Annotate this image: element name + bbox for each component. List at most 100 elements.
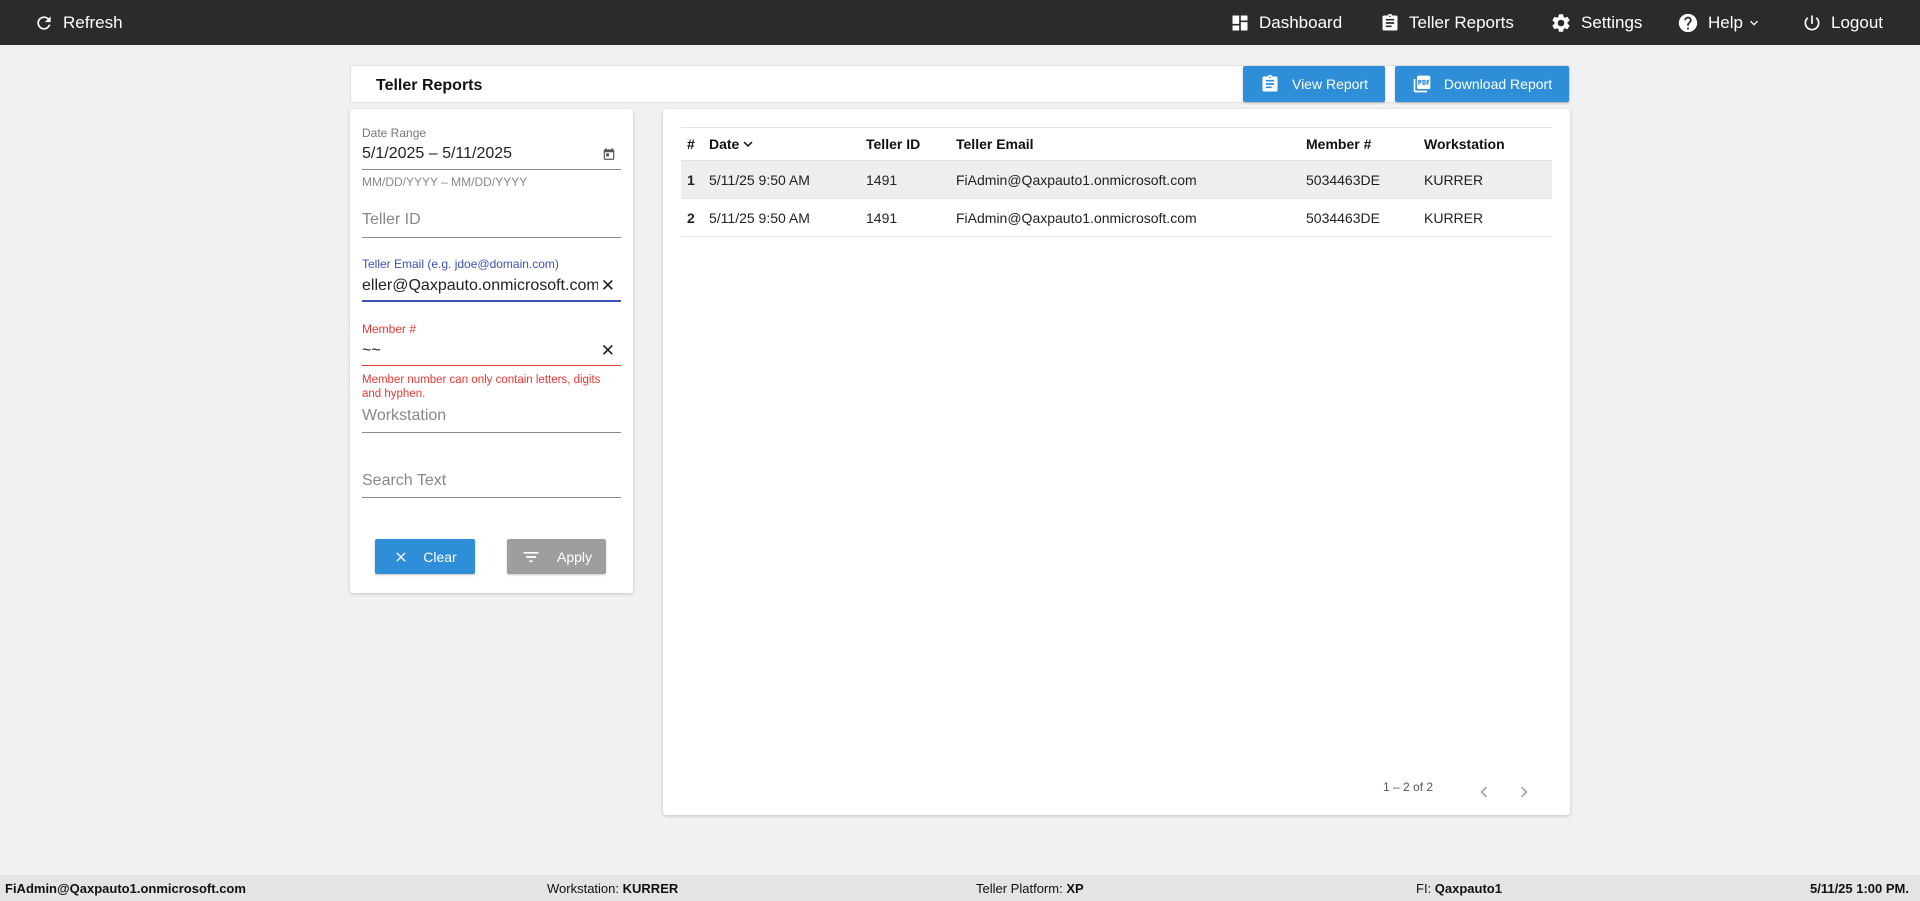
nav-teller-reports-label: Teller Reports [1409,12,1514,32]
apply-label: Apply [556,548,593,565]
clear-button[interactable]: Clear [375,539,475,574]
column-header-date[interactable]: Date [709,128,757,160]
footer-user: FiAdmin@Qaxpauto1.onmicrosoft.com [5,881,246,896]
clipboard-icon [1262,74,1278,92]
apply-button[interactable]: Apply [507,539,606,574]
footer-workstation-label: Workstation: [547,881,620,896]
clipboard-icon [1382,13,1398,31]
column-header-date-label: Date [709,136,740,152]
row-index: 2 [687,209,695,226]
results-panel: # Date Teller ID Teller Email Member # W… [663,109,1570,815]
results-table: # Date Teller ID Teller Email Member # W… [681,127,1552,237]
row-teller-email: FiAdmin@Qaxpauto1.onmicrosoft.com [956,209,1197,226]
teller-id-underline [362,237,621,238]
status-bar: FiAdmin@Qaxpauto1.onmicrosoft.com Workst… [0,875,1920,901]
workstation-underline [362,432,621,433]
footer-platform: Teller Platform: XP [976,881,1084,896]
view-report-button[interactable]: View Report [1243,66,1385,102]
nav-settings[interactable]: Settings [1550,0,1642,45]
date-range-field[interactable]: Date Range 5/1/2025 – 5/11/2025 MM/DD/YY… [362,126,621,189]
download-report-label: Download Report [1443,76,1553,92]
row-date: 5/11/25 9:50 AM [709,171,810,188]
nav-settings-label: Settings [1581,12,1643,32]
row-index: 1 [687,171,695,188]
chevron-down-icon [1749,20,1758,26]
date-range-underline [362,169,621,170]
column-header-workstation[interactable]: Workstation [1424,128,1505,160]
power-icon [1804,15,1820,30]
teller-id-input[interactable]: Teller ID [362,211,621,229]
row-member: 5034463DE [1306,209,1380,226]
nav-dashboard[interactable]: Dashboard [1230,0,1342,45]
nav-help[interactable]: Help [1677,0,1762,45]
member-number-error: Member number can only contain letters, … [362,374,601,400]
workstation-input[interactable]: Workstation [362,407,621,425]
pdf-icon [1413,75,1431,93]
member-number-label: Member # [362,322,417,336]
footer-workstation: Workstation: KURRER [547,881,678,896]
table-row[interactable]: 2 5/11/25 9:50 AM 1491 FiAdmin@Qaxpauto1… [681,199,1552,237]
footer-platform-label: Teller Platform: [976,881,1063,896]
teller-email-underline [362,300,621,302]
column-header-index: # [687,136,695,152]
row-teller-id: 1491 [866,171,898,188]
sort-desc-icon [743,141,753,147]
chevron-right-icon[interactable] [1513,781,1535,803]
member-number-field[interactable]: Member # ~~ ✕ Member number can only con… [362,322,621,402]
close-icon [396,551,406,562]
date-range-input[interactable]: 5/1/2025 – 5/11/2025 [362,145,621,163]
teller-email-label: Teller Email (e.g. jdoe@domain.com) [362,257,559,271]
refresh-label: Refresh [63,12,123,32]
column-header-teller-id[interactable]: Teller ID [866,128,920,160]
teller-email-clear-icon[interactable]: ✕ [601,276,615,296]
filter-panel: Date Range 5/1/2025 – 5/11/2025 MM/DD/YY… [350,109,633,593]
download-report-button[interactable]: Download Report [1395,66,1569,102]
date-range-label: Date Range [362,126,427,140]
nav-teller-reports[interactable]: Teller Reports [1380,0,1514,45]
workstation-field[interactable]: Workstation [362,407,621,443]
view-report-label: View Report [1291,76,1368,92]
dashboard-icon [1232,15,1248,30]
footer-fi-value: Qaxpauto1 [1434,881,1502,896]
row-teller-email: FiAdmin@Qaxpauto1.onmicrosoft.com [956,171,1197,188]
calendar-icon[interactable] [602,147,616,161]
footer-datetime: 5/11/25 1:00 PM. [1809,881,1909,896]
refresh-icon [37,15,51,30]
pagination-range: 1 – 2 of 2 [1383,780,1434,794]
search-text-underline [362,497,621,498]
footer-platform-value: XP [1066,881,1084,896]
gear-icon [1552,13,1570,32]
top-bar: Refresh Dashboard Teller Reports Setting… [0,0,1920,45]
row-teller-id: 1491 [866,209,898,226]
row-date: 5/11/25 9:50 AM [709,209,810,226]
footer-fi-label: FI: [1416,881,1432,896]
filter-icon [523,551,539,562]
teller-id-field[interactable]: Teller ID [362,211,621,247]
row-workstation: KURRER [1424,171,1484,188]
chevron-left-icon[interactable] [1473,781,1495,803]
member-number-underline [362,365,621,366]
clear-label: Clear [423,548,457,565]
logout-button[interactable]: Logout [1802,0,1883,45]
footer-workstation-value: KURRER [622,881,679,896]
member-number-clear-icon[interactable]: ✕ [601,341,615,361]
page-title: Teller Reports [376,77,483,94]
column-header-member[interactable]: Member # [1306,128,1371,160]
teller-email-field[interactable]: Teller Email (e.g. jdoe@domain.com) elle… [362,257,621,309]
search-text-input[interactable]: Search Text [362,472,621,490]
member-number-input[interactable]: ~~ [362,342,621,360]
search-text-field[interactable]: Search Text [362,472,621,508]
table-header-row: # Date Teller ID Teller Email Member # W… [681,128,1552,161]
column-header-teller-email[interactable]: Teller Email [956,128,1034,160]
nav-help-label: Help [1708,12,1743,32]
nav-dashboard-label: Dashboard [1259,12,1343,32]
logout-label: Logout [1831,12,1883,32]
footer-fi: FI: Qaxpauto1 [1416,881,1502,896]
table-row[interactable]: 1 5/11/25 9:50 AM 1491 FiAdmin@Qaxpauto1… [681,161,1552,199]
help-icon [1678,13,1698,32]
date-range-hint: MM/DD/YYYY – MM/DD/YYYY [362,175,528,189]
page-header: Teller Reports [350,65,1570,103]
teller-email-input[interactable]: eller@Qaxpauto.onmicrosoft.com [362,277,598,295]
refresh-button[interactable]: Refresh [34,0,123,45]
row-member: 5034463DE [1306,171,1380,188]
